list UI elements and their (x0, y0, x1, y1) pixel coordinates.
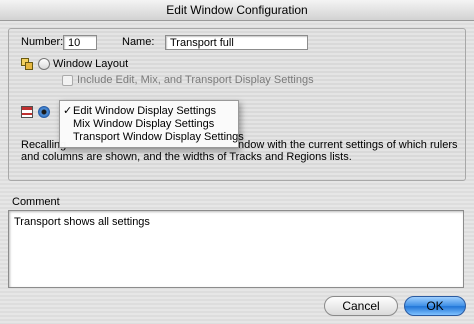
menu-item-checkmark: ✓ (63, 105, 73, 117)
title-bar: Edit Window Configuration (0, 0, 474, 21)
display-settings-radio[interactable] (38, 106, 50, 118)
comment-text: Transport shows all settings (14, 216, 150, 228)
window-title: Edit Window Configuration (166, 3, 308, 17)
menu-item-transport-window-display[interactable]: Transport Window Display Settings (60, 131, 244, 144)
ok-button[interactable]: OK (404, 296, 466, 316)
menu-item-label: Edit Window Display Settings (73, 105, 217, 117)
window-layout-radio[interactable] (38, 58, 50, 70)
comment-label: Comment (12, 196, 60, 208)
name-field[interactable]: Transport full (165, 35, 308, 50)
menu-item-label: Transport Window Display Settings (73, 131, 244, 143)
display-settings-menu[interactable]: ✓ Edit Window Display Settings Mix Windo… (59, 100, 244, 148)
include-settings-label: Include Edit, Mix, and Transport Display… (77, 74, 314, 86)
edit-window-icon (21, 106, 33, 121)
menu-item-edit-window-display[interactable]: ✓ Edit Window Display Settings (60, 105, 238, 118)
menu-item-label: Mix Window Display Settings (73, 118, 215, 130)
number-label: Number: (21, 36, 64, 48)
description-line2: and columns are shown, and the widths of… (21, 151, 352, 163)
description-line1-end: ndow with the current settings of which … (238, 139, 458, 151)
menu-item-mix-window-display[interactable]: Mix Window Display Settings (60, 118, 238, 131)
window-layout-label: Window Layout (53, 58, 129, 70)
name-label: Name: (122, 36, 155, 48)
comment-textarea[interactable]: Transport shows all settings (8, 210, 464, 288)
window-layout-icon (21, 58, 33, 73)
number-field[interactable]: 10 (63, 35, 97, 50)
include-settings-checkbox[interactable] (62, 75, 73, 86)
cancel-button[interactable]: Cancel (324, 296, 398, 316)
